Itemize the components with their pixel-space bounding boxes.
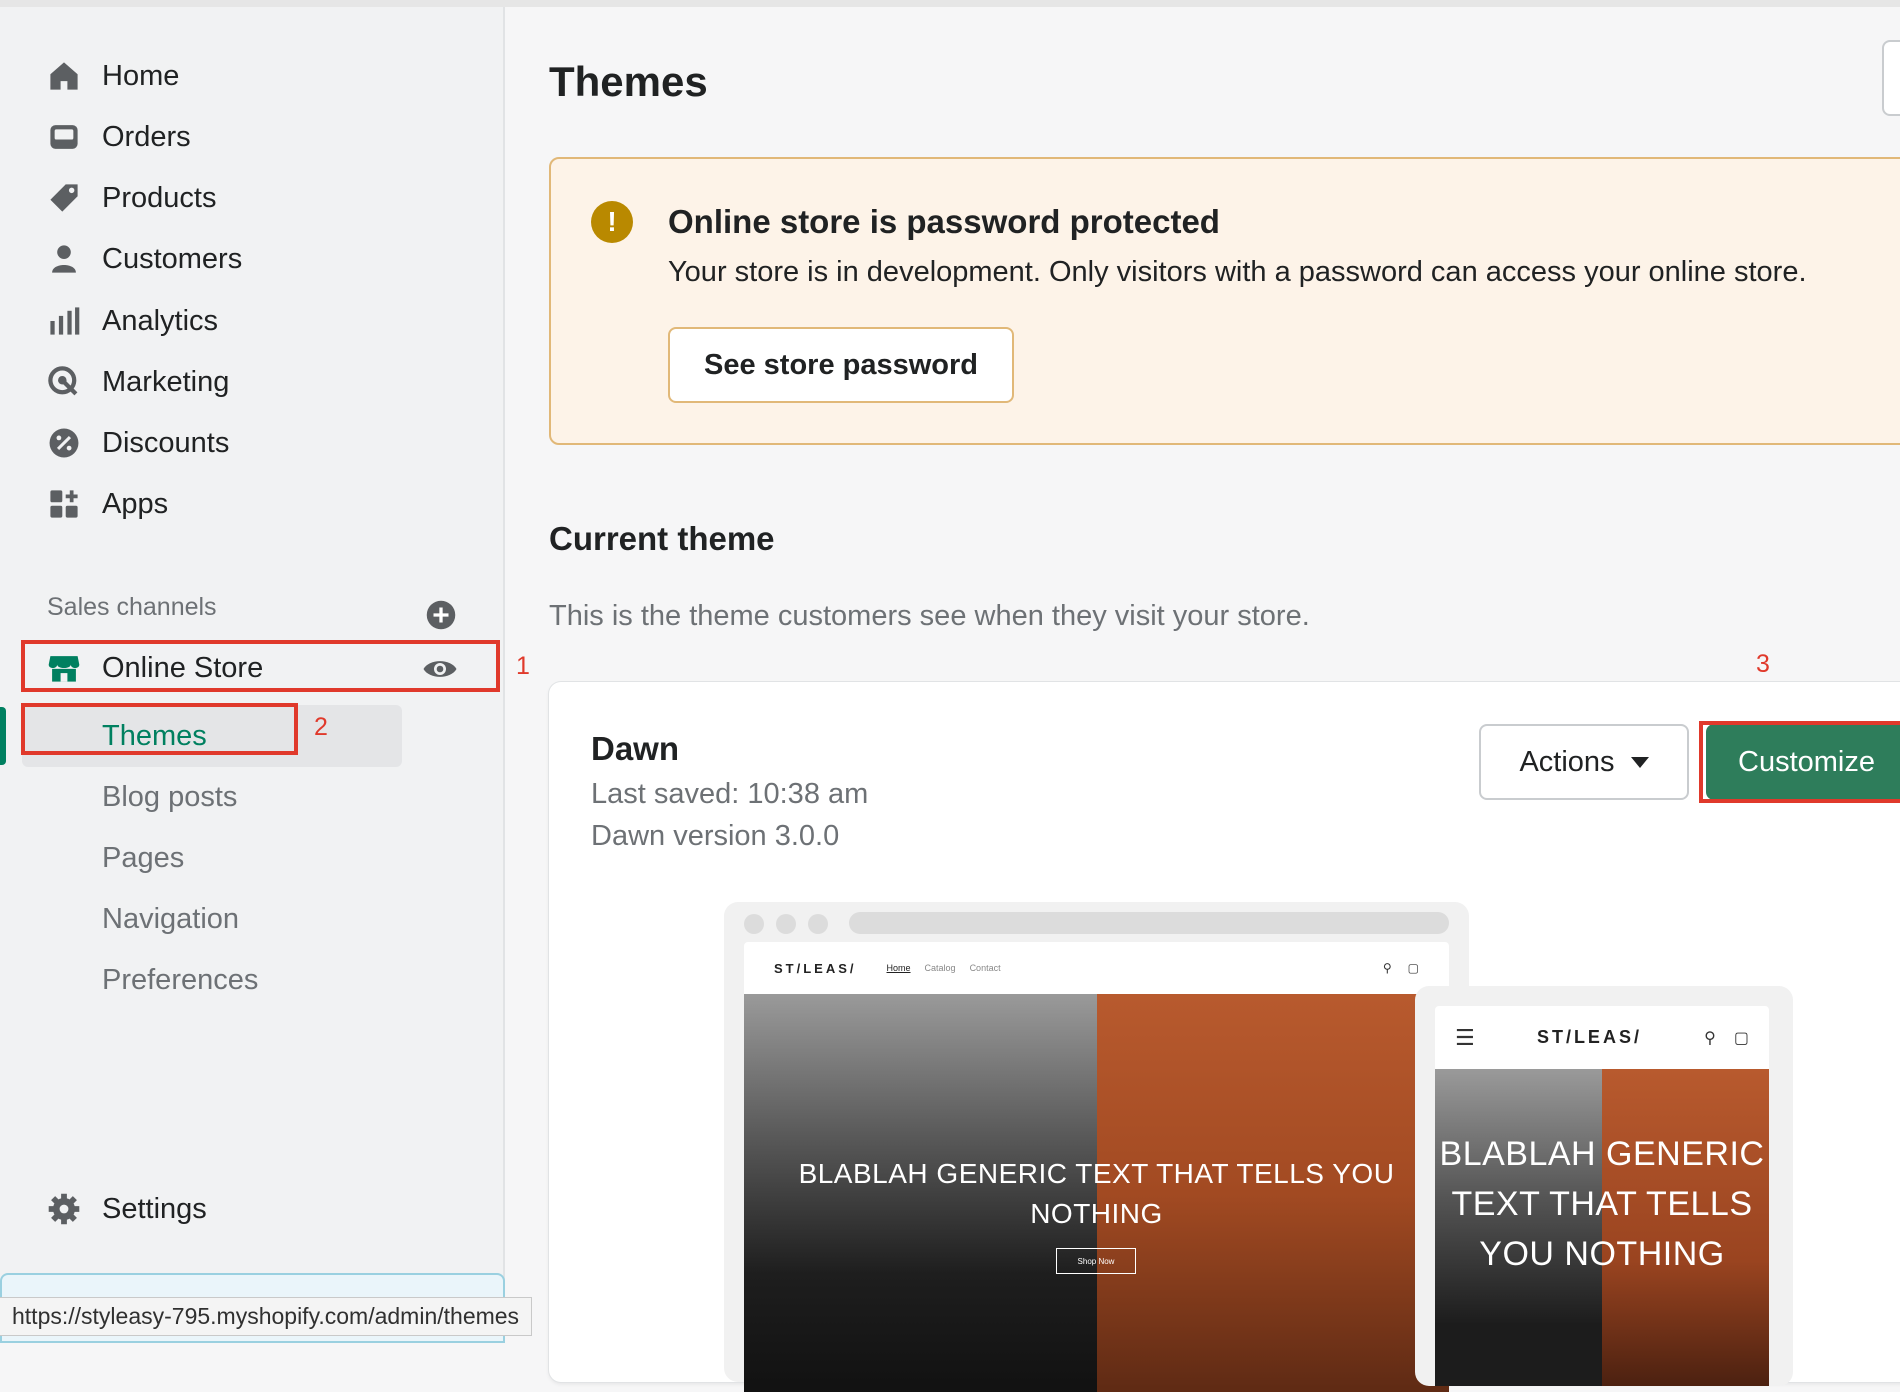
- sidebar-item-label: Home: [102, 59, 180, 92]
- mobile-hero-image: BLABLAH GENERIC TEXT THAT TELLS YOU NOTH…: [1435, 1069, 1769, 1386]
- theme-last-saved: Last saved: 10:38 am: [591, 778, 869, 810]
- sidebar-item-label: Products: [102, 181, 217, 214]
- page-title: Themes: [549, 58, 708, 105]
- apps-icon: [44, 484, 84, 524]
- gear-icon: [44, 1189, 84, 1229]
- sidebar-item-discounts[interactable]: Discounts: [44, 419, 229, 467]
- bar-chart-icon: [44, 301, 84, 341]
- theme-version: Dawn version 3.0.0: [591, 820, 840, 852]
- status-bar-url: https://styleasy-795.myshopify.com/admin…: [0, 1297, 533, 1336]
- cart-icon: ▢: [1733, 1029, 1749, 1047]
- search-icon: ⚲: [1382, 961, 1392, 975]
- annotation-number-1: 1: [516, 652, 530, 680]
- person-icon: [44, 239, 84, 279]
- preview-hero-text: BLABLAH GENERIC TEXT THAT TELLS YOU NOTH…: [798, 1158, 1395, 1229]
- sidebar-item-settings[interactable]: Settings: [44, 1185, 207, 1233]
- top-edge: [0, 0, 1900, 7]
- password-banner: ! Online store is password protected You…: [549, 157, 1900, 445]
- active-indicator: [0, 707, 6, 765]
- inbox-icon: [44, 117, 84, 157]
- annotation-box-online-store: [21, 640, 500, 692]
- sidebar-item-apps[interactable]: Apps: [44, 480, 168, 528]
- theme-card: Dawn Last saved: 10:38 am Dawn version 3…: [549, 682, 1900, 1392]
- current-theme-title: Current theme: [549, 520, 775, 557]
- preview-nav-link: Contact: [969, 963, 1001, 973]
- banner-text: Your store is in development. Only visit…: [668, 256, 1807, 288]
- sidebar-subitem-blog-posts[interactable]: Blog posts: [102, 775, 237, 819]
- sidebar-item-label: Settings: [102, 1192, 207, 1225]
- window-dots: [744, 914, 828, 934]
- home-icon: [44, 56, 84, 96]
- hamburger-icon: ☰: [1455, 1024, 1475, 1050]
- caret-down-icon: [1630, 756, 1649, 768]
- discount-icon: [44, 423, 84, 463]
- mobile-hero-text: BLABLAH GENERIC TEXT THAT TELLS YOU NOTH…: [1439, 1135, 1765, 1273]
- add-channel-icon[interactable]: [426, 600, 456, 630]
- actions-dropdown-button[interactable]: Actions: [1479, 724, 1689, 800]
- preview-nav: ST/LEAS/ Home Catalog Contact ⚲ ▢: [744, 942, 1449, 994]
- preview-nav-link: Home: [886, 963, 911, 973]
- preview-url-bar: [849, 912, 1449, 934]
- sidebar-subitem-navigation[interactable]: Navigation: [102, 897, 239, 941]
- sidebar-item-customers[interactable]: Customers: [44, 235, 242, 283]
- sidebar-item-label: Orders: [102, 120, 191, 153]
- current-theme-description: This is the theme customers see when the…: [549, 600, 1310, 632]
- tag-icon: [44, 178, 84, 218]
- sidebar-item-label: Apps: [102, 487, 169, 520]
- sidebar-item-marketing[interactable]: Marketing: [44, 358, 229, 406]
- desktop-preview: ST/LEAS/ Home Catalog Contact ⚲ ▢ BLABLAH…: [724, 902, 1469, 1392]
- target-icon: [44, 362, 84, 402]
- sidebar-subitem-preferences[interactable]: Preferences: [102, 958, 258, 1002]
- desktop-preview-screen: ST/LEAS/ Home Catalog Contact ⚲ ▢ BLABLAH…: [744, 942, 1449, 1392]
- cart-icon: ▢: [1407, 961, 1419, 975]
- warning-icon: !: [591, 201, 633, 243]
- preview-nav-link: Catalog: [924, 963, 956, 973]
- banner-title: Online store is password protected: [668, 203, 1220, 240]
- sidebar-item-orders[interactable]: Orders: [44, 113, 191, 161]
- annotation-box-customize: [1699, 721, 1900, 803]
- theme-name: Dawn: [591, 730, 680, 767]
- sidebar-item-label: Customers: [102, 242, 243, 275]
- preview-hero-image: BLABLAH GENERIC TEXT THAT TELLS YOU NOTH…: [744, 994, 1449, 1392]
- mobile-preview-screen: ☰ ST/LEAS/ ⚲ ▢ BLABLAH GENERIC TEXT THAT …: [1435, 1006, 1769, 1386]
- see-store-password-button[interactable]: See store password: [668, 327, 1014, 403]
- sidebar-item-label: Analytics: [102, 304, 219, 337]
- annotation-box-themes: [21, 703, 298, 755]
- top-right-button[interactable]: [1882, 40, 1900, 116]
- search-icon: ⚲: [1704, 1029, 1716, 1047]
- mobile-preview-nav: ☰ ST/LEAS/ ⚲ ▢: [1435, 1006, 1769, 1069]
- annotation-number-3: 3: [1756, 650, 1770, 678]
- sales-channels-title: Sales channels: [47, 593, 217, 621]
- sidebar-item-label: Discounts: [102, 426, 230, 459]
- preview-hero-button: Shop Now: [1056, 1248, 1136, 1274]
- preview-logo: ST/LEAS/: [774, 960, 857, 976]
- mobile-preview-logo: ST/LEAS/: [1536, 1027, 1642, 1047]
- sidebar-item-products[interactable]: Products: [44, 174, 216, 222]
- mobile-preview: ☰ ST/LEAS/ ⚲ ▢ BLABLAH GENERIC TEXT THAT …: [1415, 986, 1793, 1386]
- sidebar-item-label: Marketing: [102, 365, 230, 398]
- actions-label: Actions: [1519, 745, 1615, 778]
- sidebar-subitem-pages[interactable]: Pages: [102, 836, 184, 880]
- sidebar-item-analytics[interactable]: Analytics: [44, 297, 218, 345]
- annotation-number-2: 2: [314, 713, 328, 741]
- sidebar-item-home[interactable]: Home: [44, 52, 179, 100]
